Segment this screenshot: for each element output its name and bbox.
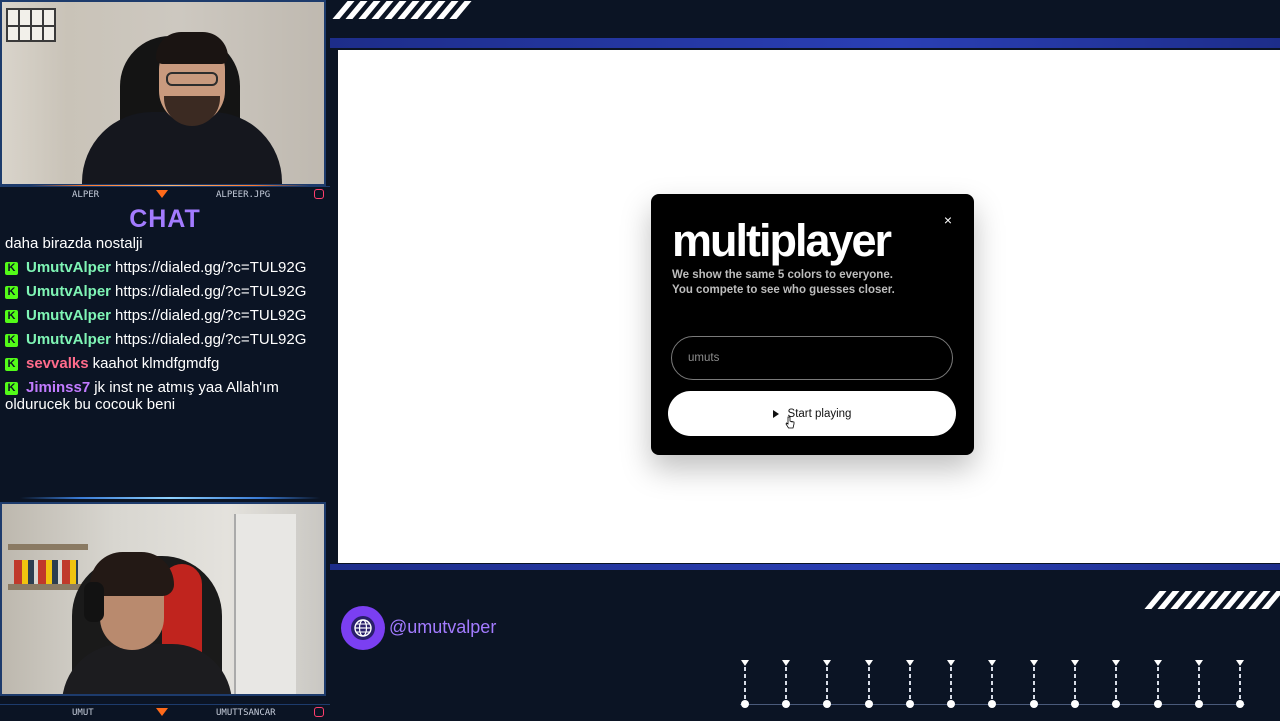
chat-message-text: daha birazda nostalji: [5, 235, 143, 252]
shelf: [8, 584, 88, 590]
kick-badge-icon: K: [5, 262, 18, 275]
hand-cursor-icon: [785, 416, 795, 429]
start-playing-label: Start playing: [787, 407, 852, 420]
kick-badge-icon: K: [5, 334, 18, 347]
chat-title: CHAT: [129, 205, 201, 233]
chat-username[interactable]: UmutvAlper: [26, 331, 111, 348]
shelf: [8, 544, 88, 550]
door: [234, 514, 296, 694]
play-icon: [772, 409, 779, 418]
glasses: [166, 72, 218, 86]
chat-message: K UmutvAlper https://dialed.gg/?c=TUL92G: [0, 331, 330, 348]
chat-username[interactable]: Jiminss7: [26, 379, 90, 396]
figurines: [14, 560, 78, 584]
streamer-hair: [156, 32, 228, 64]
start-playing-button[interactable]: Start playing: [668, 391, 956, 436]
chat-panel: CHAT daha birazda nostalji K UmutvAlper htt…: [0, 203, 330, 499]
frame-band-bottom: [330, 564, 1280, 570]
webcam-bottom-right-name: UMUTTSANCAR: [216, 708, 276, 718]
chat-message-text: https://dialed.gg/?c=TUL92G: [115, 283, 307, 300]
glow-divider-blue: [20, 497, 320, 499]
chat-username[interactable]: UmutvAlper: [26, 259, 111, 276]
webcam-top-left-name: ALPER: [72, 190, 100, 200]
modal-description-line2: You compete to see who guesses closer.: [672, 284, 895, 296]
headset: [84, 582, 104, 622]
close-icon[interactable]: ×: [940, 212, 956, 228]
instagram-icon: [314, 707, 324, 717]
chat-message-text: https://dialed.gg/?c=TUL92G: [115, 331, 307, 348]
chat-message: K UmutvAlper https://dialed.gg/?c=TUL92G: [0, 307, 330, 324]
triangle-marker-icon: [156, 190, 168, 198]
chat-username[interactable]: UmutvAlper: [26, 307, 111, 324]
chat-message: K UmutvAlper https://dialed.gg/?c=TUL92G: [0, 259, 330, 276]
game-browser-view: × multiplayer We show the same 5 colors …: [338, 50, 1280, 563]
frame-band-top: [330, 38, 1280, 48]
instagram-icon: [314, 189, 324, 199]
chat-message: Ksevvalks kaahot klmdfgmdfg: [0, 355, 330, 372]
chat-message-text: https://dialed.gg/?c=TUL92G: [115, 307, 307, 324]
chat-message-text: https://dialed.gg/?c=TUL92G: [115, 259, 307, 276]
kick-badge-icon: K: [5, 382, 18, 395]
pin-decor: [740, 660, 1260, 716]
window-decor: [6, 8, 56, 42]
chat-username[interactable]: UmutvAlper: [26, 283, 111, 300]
stripe-decor-bottom: [1144, 591, 1280, 609]
player-name-input[interactable]: [671, 336, 953, 380]
modal-title: multiplayer: [672, 215, 892, 266]
webcam-bottom-namebar: UMUT UMUTTSANCAR: [0, 704, 330, 721]
chat-message: K Jiminss7 jk inst ne atmış yaa Allah'ım o…: [0, 379, 330, 413]
social-handle: @umutvalper: [389, 617, 497, 637]
stripe-decor-top: [332, 1, 472, 19]
modal-description: We show the same 5 colors to everyone. Y…: [672, 268, 952, 298]
kick-badge-icon: K: [5, 358, 18, 371]
modal-description-line1: We show the same 5 colors to everyone.: [672, 269, 893, 281]
kick-badge-icon: K: [5, 286, 18, 299]
chat-message: daha birazda nostalji: [0, 235, 330, 252]
multiplayer-modal: × multiplayer We show the same 5 colors …: [651, 194, 974, 455]
chat-message-list: daha birazda nostalji K UmutvAlper https://…: [0, 235, 330, 413]
webcam-bottom-left-name: UMUT: [72, 708, 94, 718]
chat-username[interactable]: sevvalks: [26, 355, 89, 372]
chat-message-text: kaahot klmdfgmdfg: [92, 355, 220, 372]
globe-icon: [341, 606, 385, 650]
triangle-marker-icon: [156, 708, 168, 716]
webcam-top: [0, 0, 326, 186]
webcam-top-namebar: ALPER ALPEER.JPG: [0, 186, 330, 203]
webcam-top-right-name: ALPEER.JPG: [216, 190, 271, 200]
kick-badge-icon: K: [5, 310, 18, 323]
webcam-bottom: [0, 502, 326, 696]
chat-message: K UmutvAlper https://dialed.gg/?c=TUL92G: [0, 283, 330, 300]
